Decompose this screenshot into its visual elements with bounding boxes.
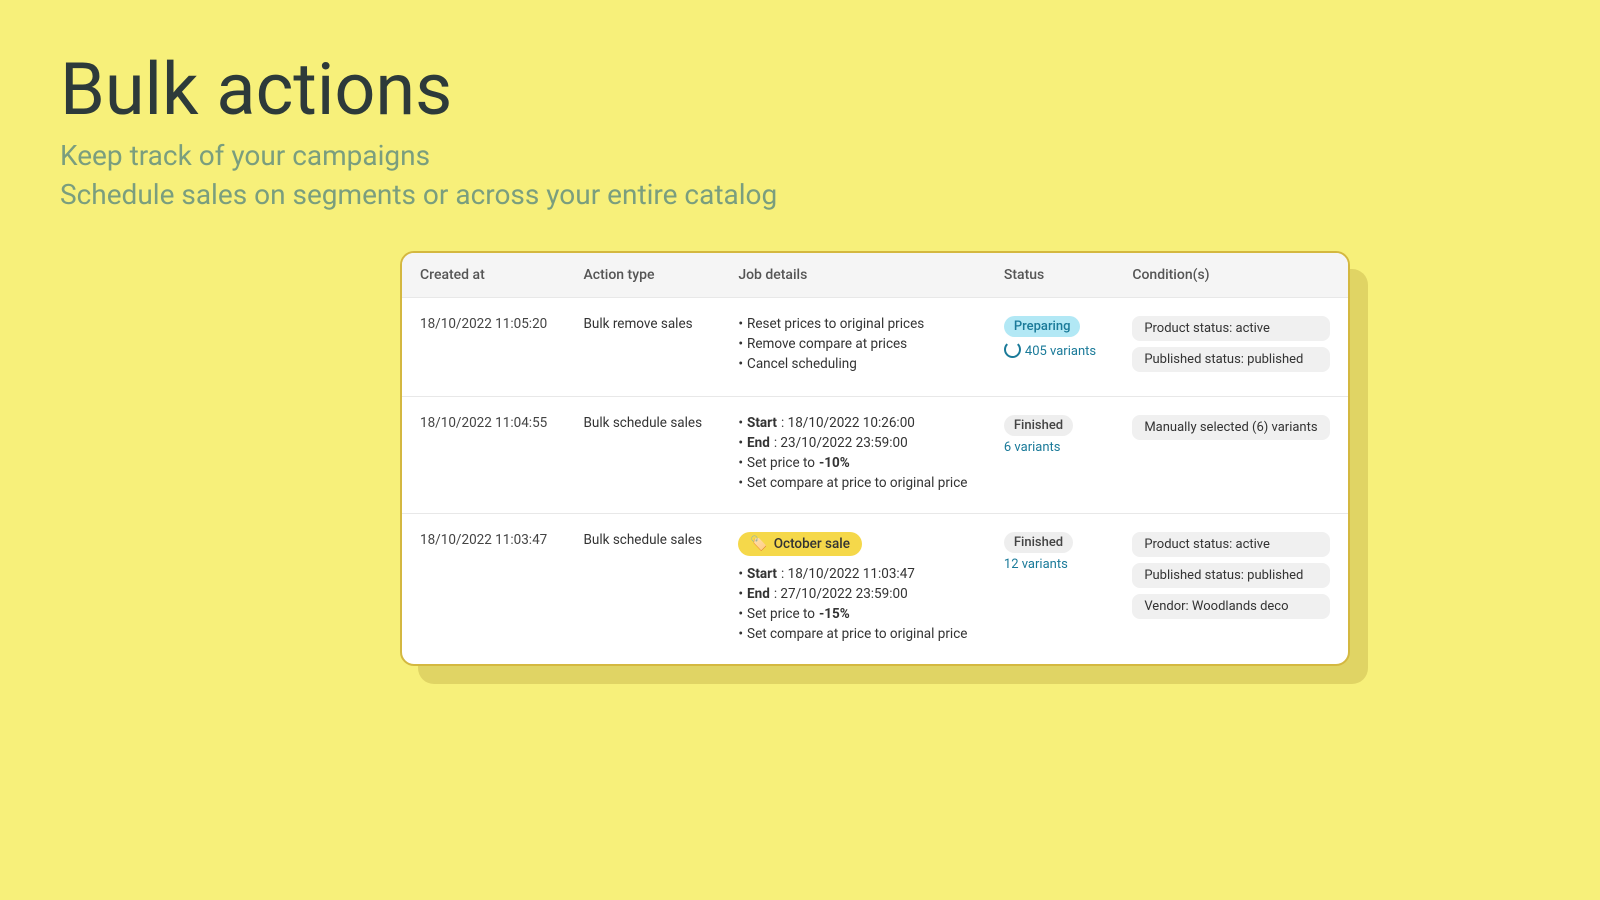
col-action-type: Action type (566, 253, 721, 298)
loading-spinner-icon (1004, 341, 1021, 362)
condition-chip: Vendor: Woodlands deco (1132, 594, 1330, 619)
cell-action-type: Bulk remove sales (566, 298, 721, 397)
page-background: Bulk actions Keep track of your campaign… (0, 0, 1600, 900)
conditions-list: Manually selected (6) variants (1132, 415, 1330, 446)
job-detail-item: Set price to -10% (738, 455, 968, 471)
bulk-actions-card: Created at Action type Job details Statu… (400, 251, 1350, 666)
conditions-list: Product status: active Published status: … (1132, 316, 1330, 378)
campaign-tag-label: October sale (774, 536, 850, 552)
job-detail-item: Remove compare at prices (738, 336, 968, 352)
job-detail-item: End : 23/10/2022 23:59:00 (738, 435, 968, 451)
status-badge: Finished (1004, 415, 1073, 436)
condition-chip: Published status: published (1132, 347, 1330, 372)
bulk-actions-table: Created at Action type Job details Statu… (402, 253, 1348, 664)
table-card-wrapper: Created at Action type Job details Statu… (400, 251, 1350, 666)
col-job-details: Job details (720, 253, 986, 298)
condition-chip: Manually selected (6) variants (1132, 415, 1330, 440)
cell-conditions: Product status: active Published status: … (1114, 514, 1348, 665)
col-status: Status (986, 253, 1114, 298)
variants-count[interactable]: 6 variants (1004, 440, 1096, 455)
job-detail-item: Start : 18/10/2022 11:03:47 (738, 566, 968, 582)
conditions-list: Product status: active Published status: … (1132, 532, 1330, 625)
table-body: 18/10/2022 11:05:20Bulk remove salesRese… (402, 298, 1348, 665)
cell-created-at: 18/10/2022 11:04:55 (402, 397, 566, 514)
variants-count[interactable]: 405 variants (1004, 341, 1096, 362)
condition-chip: Published status: published (1132, 563, 1330, 588)
cell-job-details: Reset prices to original prices Remove co… (720, 298, 986, 397)
table-row: 18/10/2022 11:04:55Bulk schedule salesSt… (402, 397, 1348, 514)
cell-created-at: 18/10/2022 11:05:20 (402, 298, 566, 397)
hero-title: Bulk actions (60, 50, 1540, 129)
cell-job-details: 🏷️ October sale Start : 18/10/2022 11:03:4… (720, 514, 986, 665)
condition-chip: Product status: active (1132, 316, 1330, 341)
cell-conditions: Product status: active Published status: … (1114, 298, 1348, 397)
status-badge: Preparing (1004, 316, 1081, 337)
condition-chip: Product status: active (1132, 532, 1330, 557)
cell-status: Preparing 405 variants (986, 298, 1114, 397)
cell-action-type: Bulk schedule sales (566, 514, 721, 665)
job-detail-item: End : 27/10/2022 23:59:00 (738, 586, 968, 602)
hero-subtitle2: Schedule sales on segments or across you… (60, 178, 1540, 211)
cell-status: Finished 6 variants (986, 397, 1114, 514)
job-detail-item: Set compare at price to original price (738, 626, 968, 642)
campaign-tag: 🏷️ October sale (738, 532, 862, 556)
hero-subtitle1: Keep track of your campaigns (60, 139, 1540, 172)
cell-conditions: Manually selected (6) variants (1114, 397, 1348, 514)
variants-text: 405 variants (1025, 344, 1096, 359)
job-detail-item: Reset prices to original prices (738, 316, 968, 332)
status-badge: Finished (1004, 532, 1073, 553)
job-detail-item: Start : 18/10/2022 10:26:00 (738, 415, 968, 431)
table-row: 18/10/2022 11:05:20Bulk remove salesRese… (402, 298, 1348, 397)
job-detail-item: Set compare at price to original price (738, 475, 968, 491)
col-conditions: Condition(s) (1114, 253, 1348, 298)
cell-status: Finished 12 variants (986, 514, 1114, 665)
job-detail-item: Cancel scheduling (738, 356, 968, 372)
tag-icon: 🏷️ (750, 536, 767, 552)
col-created-at: Created at (402, 253, 566, 298)
variants-count[interactable]: 12 variants (1004, 557, 1096, 572)
table-header: Created at Action type Job details Statu… (402, 253, 1348, 298)
cell-job-details: Start : 18/10/2022 10:26:00 End : 23/10/2… (720, 397, 986, 514)
job-detail-item: Set price to -15% (738, 606, 968, 622)
cell-action-type: Bulk schedule sales (566, 397, 721, 514)
table-row: 18/10/2022 11:03:47Bulk schedule sales🏷️… (402, 514, 1348, 665)
cell-created-at: 18/10/2022 11:03:47 (402, 514, 566, 665)
